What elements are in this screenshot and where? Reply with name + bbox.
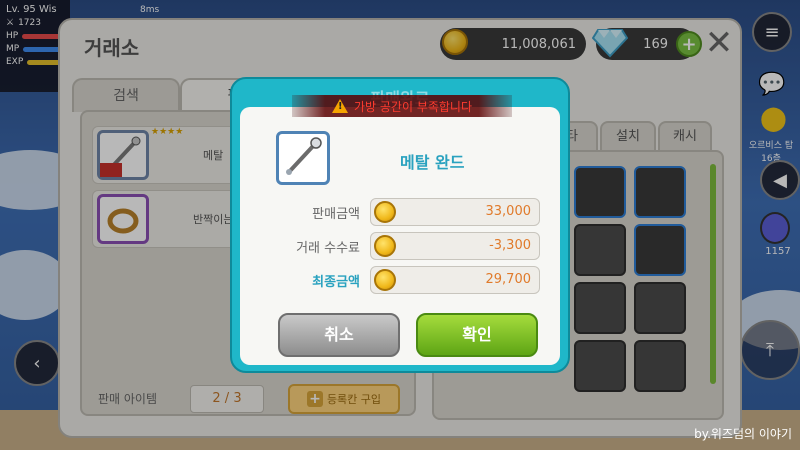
cancel-button[interactable]: 취소 bbox=[278, 313, 400, 357]
sale-price-box: 33,000 bbox=[370, 198, 540, 226]
sold-item-slot bbox=[276, 131, 330, 185]
dialog-body: 메탈 완드 판매금액 33,000 거래 수수료 -3,300 최종금액 29,… bbox=[240, 107, 560, 365]
warning-text: 가방 공간이 부족합니다 bbox=[353, 99, 473, 114]
final-price-box: 29,700 bbox=[370, 266, 540, 294]
fee-row: 거래 수수료 -3,300 bbox=[270, 231, 540, 261]
sold-item-name: 메탈 완드 bbox=[400, 153, 465, 172]
warning-icon bbox=[331, 99, 348, 113]
confirm-button[interactable]: 확인 bbox=[416, 313, 538, 357]
wand-icon bbox=[286, 137, 322, 175]
sale-complete-dialog: 판매완료 메탈 완드 판매금액 33,000 거래 수수료 -3,300 bbox=[230, 77, 570, 373]
meso-coin-icon bbox=[374, 269, 396, 291]
final-price-row: 최종금액 29,700 bbox=[270, 265, 540, 295]
fee-label: 거래 수수료 bbox=[296, 240, 360, 256]
inventory-full-warning: 가방 공간이 부족합니다 bbox=[292, 95, 512, 117]
fee-box: -3,300 bbox=[370, 232, 540, 260]
sale-price-value: 33,000 bbox=[485, 204, 532, 219]
sale-price-row: 판매금액 33,000 bbox=[270, 197, 540, 227]
sale-price-label: 판매금액 bbox=[312, 206, 360, 222]
fee-value: -3,300 bbox=[489, 238, 531, 253]
final-price-value: 29,700 bbox=[485, 272, 532, 287]
final-price-label: 최종금액 bbox=[312, 274, 360, 290]
watermark: by.위즈덤의 이야기 bbox=[694, 427, 792, 441]
meso-coin-icon bbox=[374, 235, 396, 257]
meso-coin-icon bbox=[374, 201, 396, 223]
